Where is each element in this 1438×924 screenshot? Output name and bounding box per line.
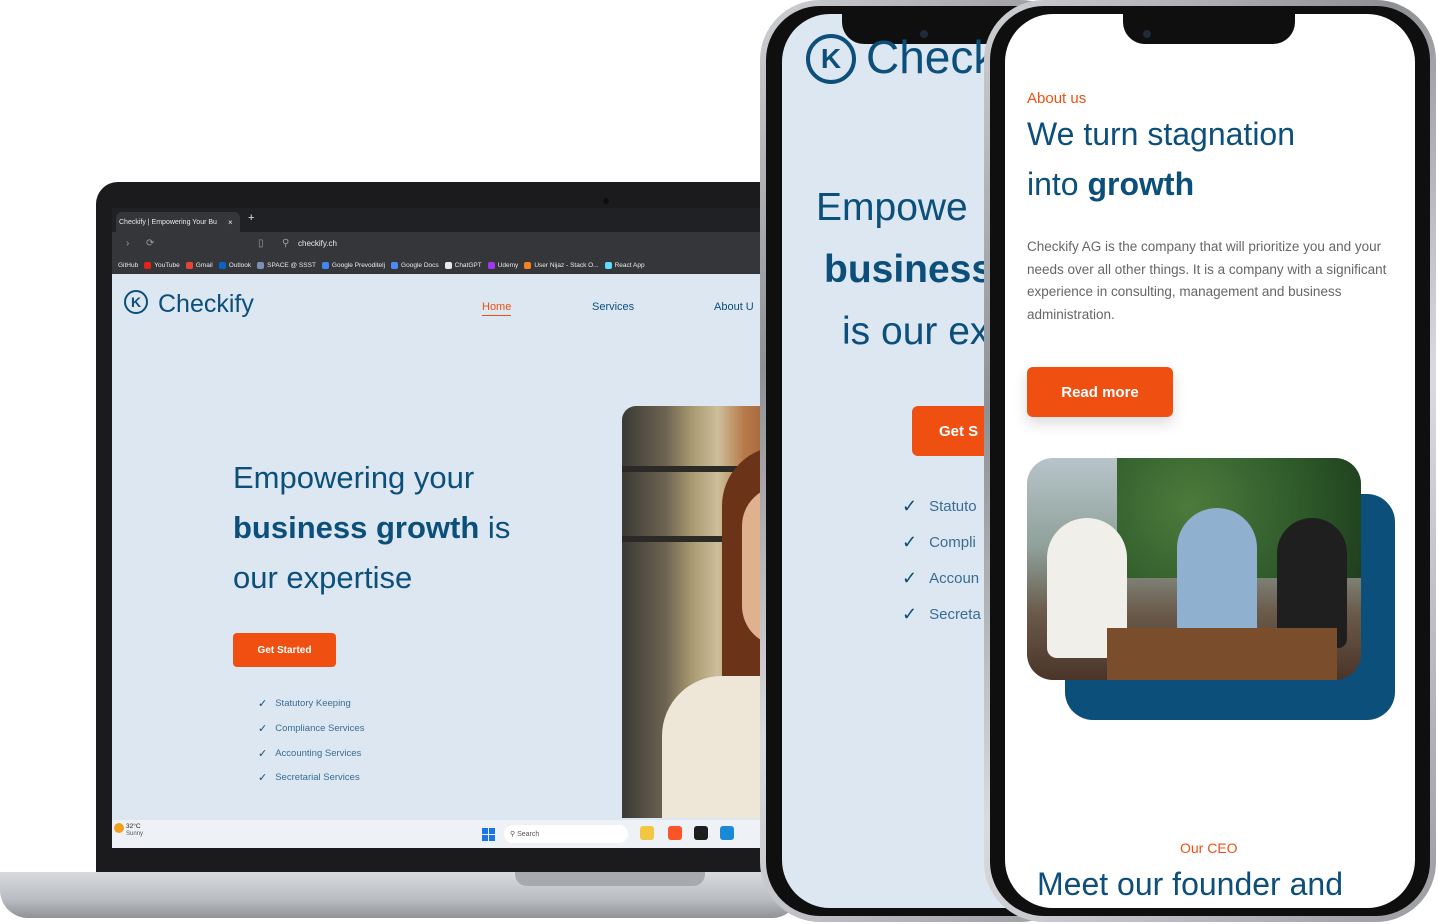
hero-title-line1: Empowering your [233,460,475,495]
nav-about[interactable]: About U [714,301,754,313]
bookmark-chatgpt[interactable]: ChatGPT [444,261,482,269]
outlook-icon [218,261,226,269]
react-icon [604,261,612,269]
bookmark-github[interactable]: GitHub [118,262,138,269]
about-kicker: About us [1027,90,1087,107]
browser-tab[interactable]: Checkify | Empowering Your Bu × [116,212,240,232]
service-item: ✓ Secretarial Services [258,772,360,784]
get-started-button[interactable]: Get Started [233,633,336,667]
phone-front-screen: About us We turn stagnation into growth … [1005,14,1415,908]
bookmark-space[interactable]: SPACE @ SSST [257,261,316,269]
bookmark-docs[interactable]: Google Docs [391,261,439,269]
bookmarks-bar: GitHub YouTube Gmail Outlook SPACE @ SSS… [112,256,796,274]
logo-icon[interactable]: K [124,290,148,314]
vscode-icon[interactable] [720,826,734,840]
check-icon: ✓ [902,496,918,516]
service-item: ✓ Compli [902,532,976,552]
forward-icon[interactable]: › [126,238,129,249]
logo-icon[interactable]: K [806,34,856,84]
service-item: ✓ Compliance Services [258,723,365,735]
camera-icon [1143,30,1151,38]
service-item: ✓ Statutory Keeping [258,698,351,710]
bookmark-gmail[interactable]: Gmail [185,261,213,269]
windows-taskbar: 32°C Sunny ⚲ Search [112,820,796,848]
ceo-kicker: Our CEO [1180,840,1238,856]
space-icon [257,261,265,269]
hero-title-line2: business growth is [233,510,511,545]
phone-notch [1123,14,1295,44]
url-field[interactable]: checkify.ch [298,239,337,248]
taskbar-search[interactable]: ⚲ Search [504,825,628,843]
logo-text[interactable]: Check [866,30,996,84]
check-icon: ✓ [258,772,268,784]
hero-title-line3: our expertise [233,560,413,595]
about-title-line2: into growth [1027,166,1195,202]
hero-title-line2: business [824,248,994,291]
gmail-icon [185,261,193,269]
stackoverflow-icon [524,261,532,269]
site-settings-icon[interactable]: ⚲ [282,238,289,249]
figma-icon[interactable] [694,826,708,840]
weather-text: Sunny [126,831,144,837]
udemy-icon [487,261,495,269]
service-item: ✓ Accounting Services [258,748,362,760]
file-explorer-icon[interactable] [640,826,654,840]
weather-temp[interactable]: 32°C [126,823,141,830]
about-paragraph: Checkify AG is the company that will pri… [1027,239,1387,322]
logo-text[interactable]: Checkify [158,290,254,319]
check-icon: ✓ [902,532,918,552]
weather-icon[interactable] [114,823,124,833]
laptop-screen: Checkify | Empowering Your Bu × + › ⟳ ▯ … [112,208,796,848]
service-item: ✓ Statuto [902,496,977,516]
check-icon: ✓ [258,723,268,735]
nav-services[interactable]: Services [592,301,634,313]
check-icon: ✓ [258,748,268,760]
bookmark-translate[interactable]: Google Prevoditelj [321,261,385,269]
bookmark-outlook[interactable]: Outlook [218,261,251,269]
docs-icon [391,261,399,269]
brave-browser-icon[interactable] [668,826,682,840]
service-item: ✓ Accoun [902,568,980,588]
browser-addressbar: › ⟳ ▯ ⚲ checkify.ch [112,232,796,256]
close-icon[interactable]: × [228,212,238,232]
ceo-title: Meet our founder and [1037,866,1343,902]
bookmark-react[interactable]: React App [604,261,645,269]
youtube-icon [144,261,152,269]
check-icon: ✓ [902,568,918,588]
read-more-button[interactable]: Read more [1027,367,1173,417]
bookmark-icon[interactable]: ▯ [258,238,264,249]
hero-title-line3: is our ex [842,310,990,353]
bookmark-youtube[interactable]: YouTube [144,261,180,269]
laptop-trackpad-notch [515,872,705,886]
translate-icon [321,261,329,269]
team-photo [1027,458,1361,680]
bookmark-stackoverflow[interactable]: User Nijaz - Stack O... [524,261,599,269]
service-item: ✓ Secreta [902,604,981,624]
check-icon: ✓ [258,698,268,710]
bookmark-udemy[interactable]: Udemy [487,261,518,269]
about-title-line1: We turn stagnation [1027,116,1296,152]
windows-start-icon[interactable] [482,828,495,841]
browser-tabbar: Checkify | Empowering Your Bu × + [112,208,796,232]
reload-icon[interactable]: ⟳ [146,238,154,249]
check-icon: ✓ [902,604,918,624]
new-tab-icon[interactable]: + [248,212,254,224]
tab-title: Checkify | Empowering Your Bu [119,218,217,226]
laptop-camera [603,198,609,204]
nav-home[interactable]: Home [482,301,512,316]
chatgpt-icon [444,261,452,269]
hero-title-line1: Empowe [816,186,968,229]
